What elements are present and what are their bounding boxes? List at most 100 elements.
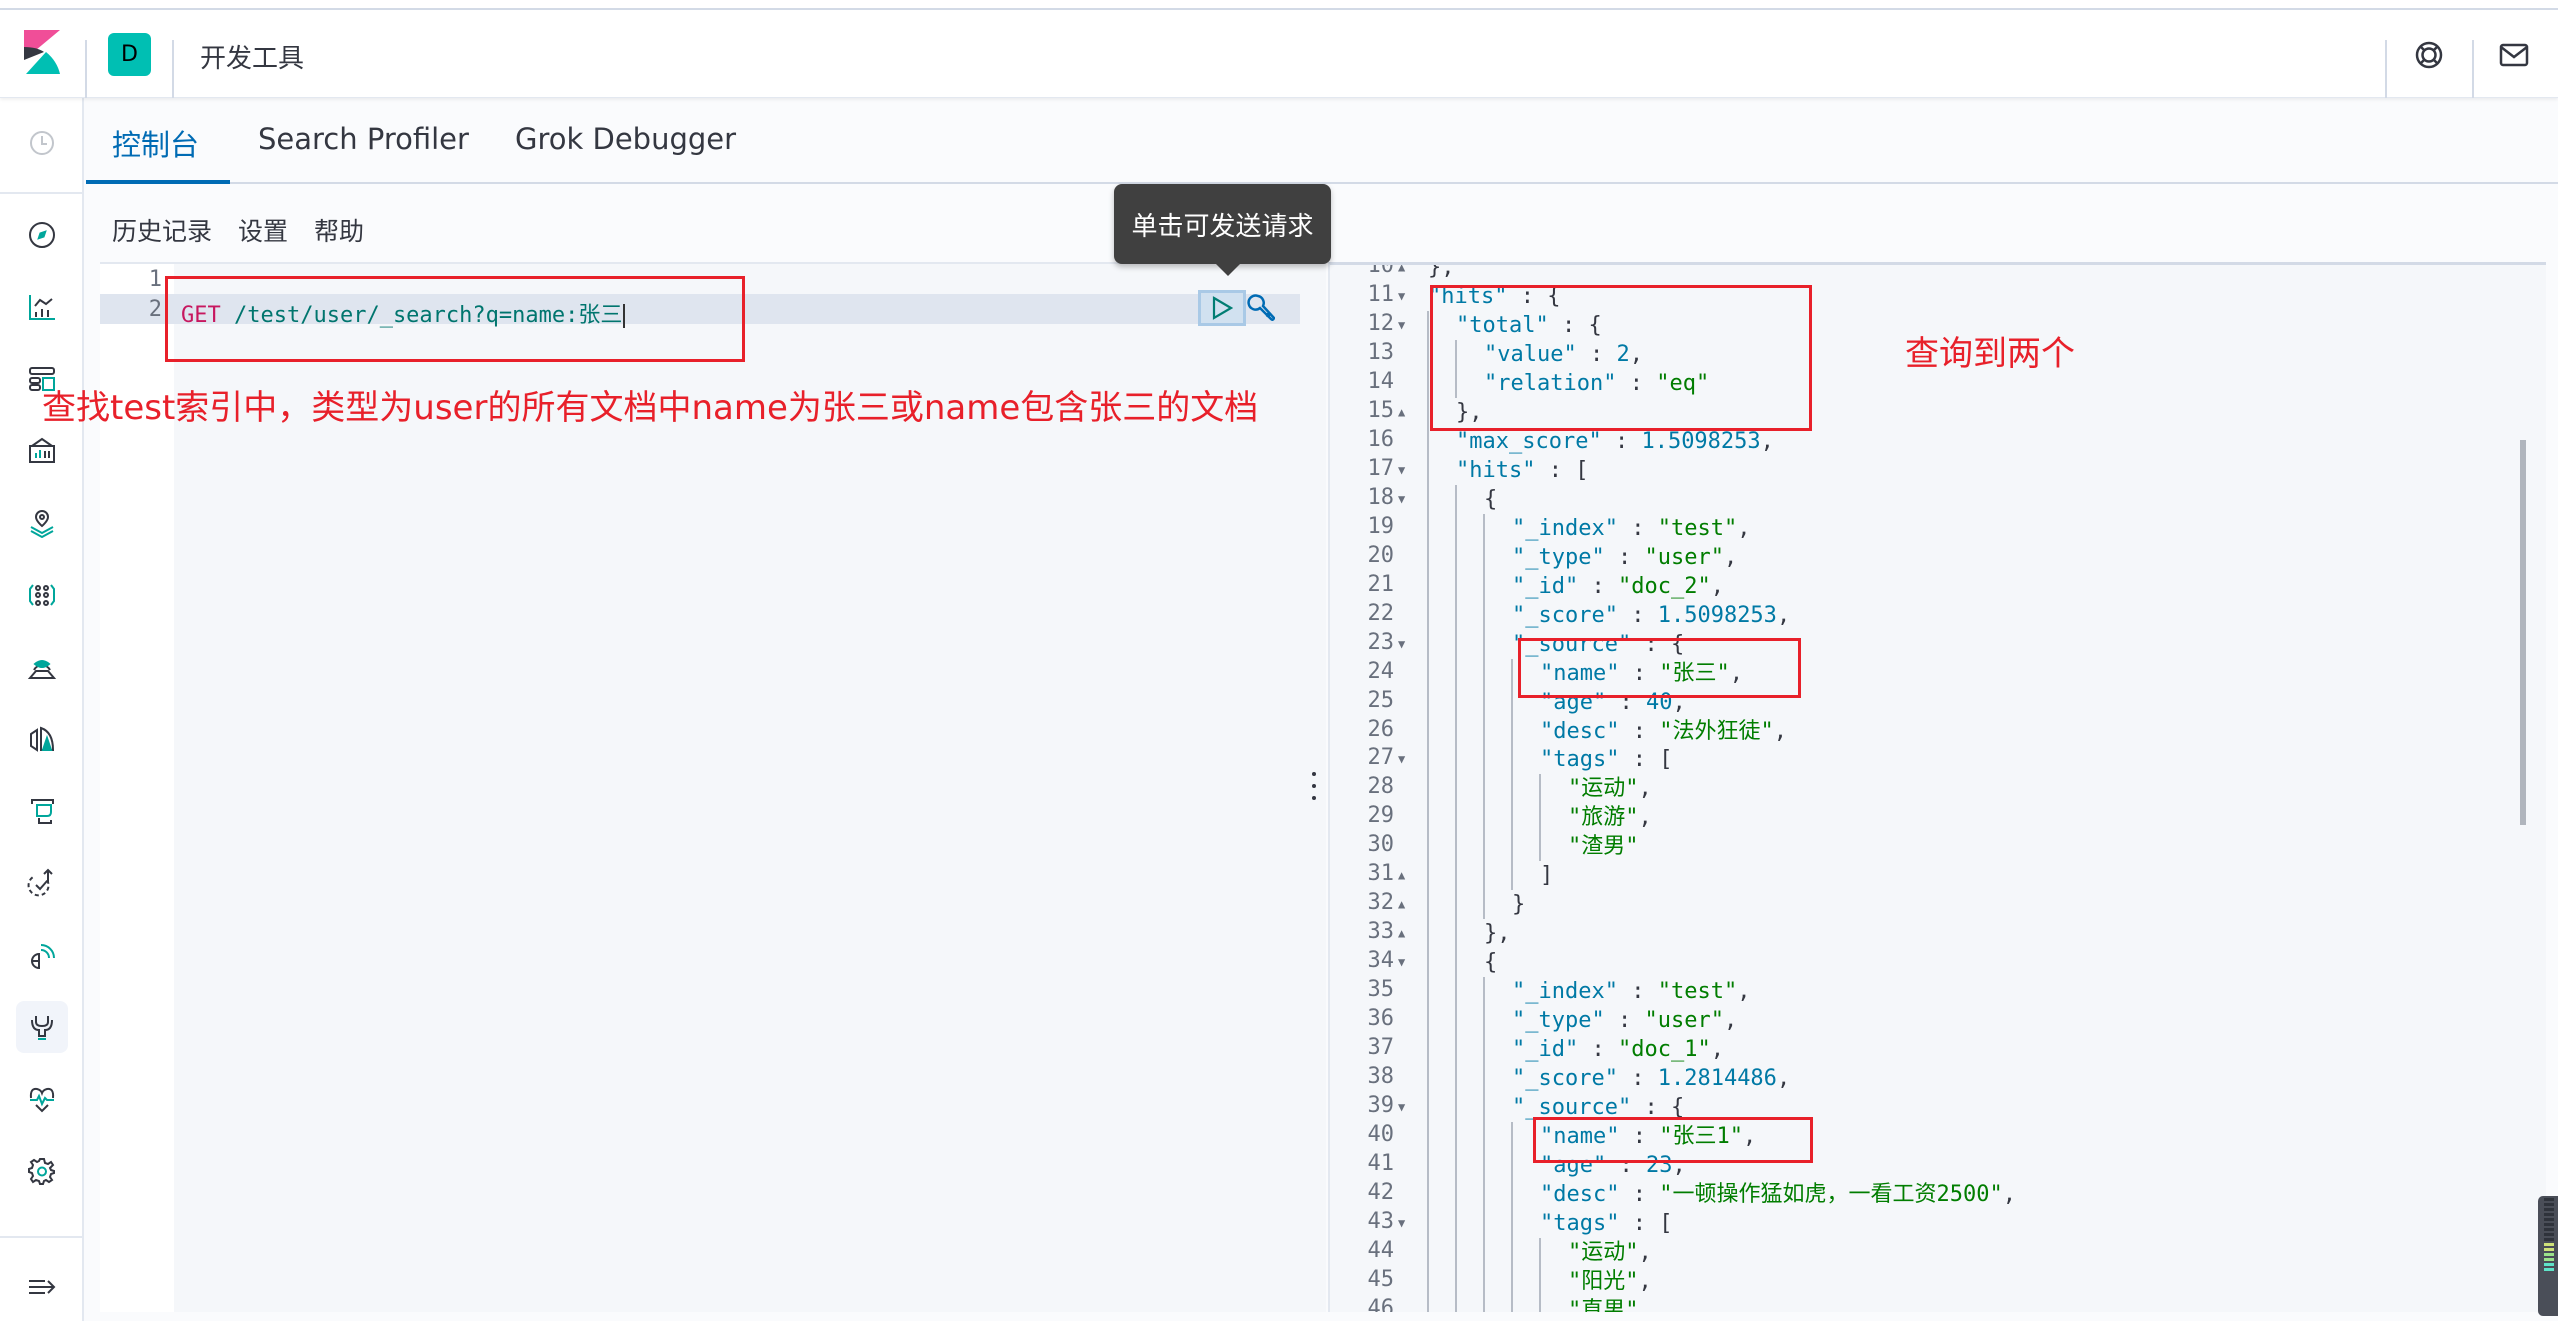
json-string: "user" xyxy=(1644,544,1724,570)
infrastructure-icon[interactable] xyxy=(16,641,68,693)
indent-guide xyxy=(1483,1266,1485,1296)
line-number: 38 xyxy=(1367,1064,1395,1090)
help-link[interactable]: 帮助 xyxy=(314,217,364,246)
json-punct: : xyxy=(1619,660,1660,686)
json-key: "max_score" xyxy=(1456,428,1602,454)
mail-icon[interactable] xyxy=(2497,38,2531,72)
fold-expand-icon[interactable]: ▲ xyxy=(1398,890,1405,919)
indent-guide xyxy=(1455,1151,1457,1181)
fold-collapse-icon[interactable]: ▼ xyxy=(1398,745,1405,774)
indent-guide xyxy=(1455,1006,1457,1036)
panel-resize-handle[interactable] xyxy=(1306,768,1322,804)
tab-console[interactable]: 控制台 xyxy=(86,122,225,182)
fold-expand-icon[interactable]: ▲ xyxy=(1398,861,1405,890)
json-punct: : xyxy=(1617,602,1658,628)
json-text: "_score" : 1.5098253, xyxy=(1512,601,1790,630)
indent-guide xyxy=(1427,687,1429,717)
json-string: "一顿操作猛如虎，一看工资2500" xyxy=(1659,1182,2003,1208)
json-punct: : xyxy=(1576,341,1617,367)
line-number: 44 xyxy=(1367,1237,1395,1263)
fold-collapse-icon[interactable]: ▼ xyxy=(1398,456,1405,485)
json-text: "_score" : 1.2814486, xyxy=(1512,1064,1790,1093)
json-string: "eq" xyxy=(1656,370,1710,396)
heartbeat-icon[interactable] xyxy=(16,1073,68,1125)
indent-guide xyxy=(1427,484,1429,514)
indent-guide xyxy=(1427,368,1429,398)
compass-icon[interactable] xyxy=(16,209,68,261)
response-line: 30 "渣男" xyxy=(1330,832,2530,862)
json-punct: : [ xyxy=(1535,457,1589,483)
canvas-icon[interactable] xyxy=(16,425,68,477)
fold-collapse-icon[interactable]: ▼ xyxy=(1398,311,1405,340)
json-key: "name" xyxy=(1540,1124,1620,1150)
json-text: }, xyxy=(1484,919,1511,948)
indent-guide xyxy=(1511,1122,1513,1152)
fold-expand-icon[interactable]: ▲ xyxy=(1398,919,1405,948)
fold-collapse-icon[interactable]: ▼ xyxy=(1398,630,1405,659)
indent-guide xyxy=(1455,687,1457,717)
indent-guide xyxy=(1483,745,1485,775)
json-punct: , xyxy=(1672,1153,1686,1179)
visualize-icon[interactable] xyxy=(16,281,68,333)
indent-guide xyxy=(1539,803,1541,833)
fold-collapse-icon[interactable]: ▼ xyxy=(1398,1209,1405,1238)
ml-icon[interactable] xyxy=(16,569,68,621)
indent-guide xyxy=(1539,1295,1541,1312)
json-key: "hits" xyxy=(1456,457,1536,483)
json-punct: }, xyxy=(1456,399,1483,425)
fold-collapse-icon[interactable]: ▼ xyxy=(1398,1093,1405,1122)
json-text: "_id" : "doc_1", xyxy=(1512,1035,1724,1064)
wrench-icon[interactable] xyxy=(16,1001,68,1053)
indent-guide xyxy=(1427,745,1429,775)
header-divider xyxy=(85,40,87,98)
history-link[interactable]: 历史记录 xyxy=(112,217,212,246)
tab-grok-debugger[interactable]: Grok Debugger xyxy=(489,122,762,182)
json-text: "_id" : "doc_2", xyxy=(1512,572,1724,601)
fold-expand-icon[interactable]: ▲ xyxy=(1398,265,1405,282)
collapse-icon[interactable] xyxy=(16,1261,68,1313)
siem-icon[interactable] xyxy=(16,929,68,981)
indent-guide xyxy=(1455,716,1457,746)
logs-icon[interactable] xyxy=(16,713,68,765)
fold-collapse-icon[interactable]: ▼ xyxy=(1398,282,1405,311)
json-punct: { xyxy=(1484,486,1498,512)
settings-link[interactable]: 设置 xyxy=(238,217,288,246)
line-number: 28 xyxy=(1367,774,1395,800)
clock-icon[interactable] xyxy=(16,117,68,169)
json-text: "age" : 40, xyxy=(1540,688,1686,717)
json-text: "hits" : { xyxy=(1428,282,1560,311)
json-text: "tags" : [ xyxy=(1540,745,1672,774)
request-actions-wrench-icon[interactable] xyxy=(1246,290,1276,326)
indent-guide xyxy=(1455,774,1457,804)
line-number: 35 xyxy=(1367,977,1395,1003)
uptime-icon[interactable] xyxy=(16,857,68,909)
json-punct: : [ xyxy=(1619,1211,1673,1236)
json-punct: , xyxy=(1638,1239,1652,1265)
space-avatar[interactable]: D xyxy=(108,33,151,76)
gear-icon[interactable] xyxy=(16,1145,68,1197)
request-method: GET xyxy=(181,303,221,328)
response-scrollbar[interactable] xyxy=(2520,440,2526,825)
json-number: 23 xyxy=(1645,1153,1673,1179)
send-request-button[interactable] xyxy=(1198,290,1246,326)
sidebar-divider xyxy=(0,192,84,194)
tab-search-profiler[interactable]: Search Profiler xyxy=(232,122,495,182)
kibana-logo-icon[interactable] xyxy=(24,30,60,74)
response-line: 21 "_id" : "doc_2", xyxy=(1330,571,2530,601)
maps-icon[interactable] xyxy=(16,497,68,549)
request-line[interactable]: GET /test/user/_search?q=name:张三 xyxy=(181,297,626,329)
indent-guide xyxy=(1483,832,1485,862)
apm-icon[interactable] xyxy=(16,785,68,837)
json-string: "运动" xyxy=(1568,1239,1639,1265)
response-line: 35 "_index" : "test", xyxy=(1330,977,2530,1007)
fold-collapse-icon[interactable]: ▼ xyxy=(1398,485,1405,514)
json-text: { xyxy=(1484,485,1497,514)
fold-collapse-icon[interactable]: ▼ xyxy=(1398,948,1405,977)
response-viewer[interactable]: 10 ▲}, 11 ▼ "hits" : {12 ▼ "total" : {13 "value… xyxy=(1328,262,2546,1312)
help-icon[interactable] xyxy=(2412,38,2446,72)
json-punct: , xyxy=(2002,1182,2016,1208)
response-line: 11 ▼ "hits" : { xyxy=(1330,282,2530,311)
indent-guide xyxy=(1427,600,1429,630)
line-number: 18 xyxy=(1367,484,1395,510)
fold-expand-icon[interactable]: ▲ xyxy=(1398,398,1405,427)
